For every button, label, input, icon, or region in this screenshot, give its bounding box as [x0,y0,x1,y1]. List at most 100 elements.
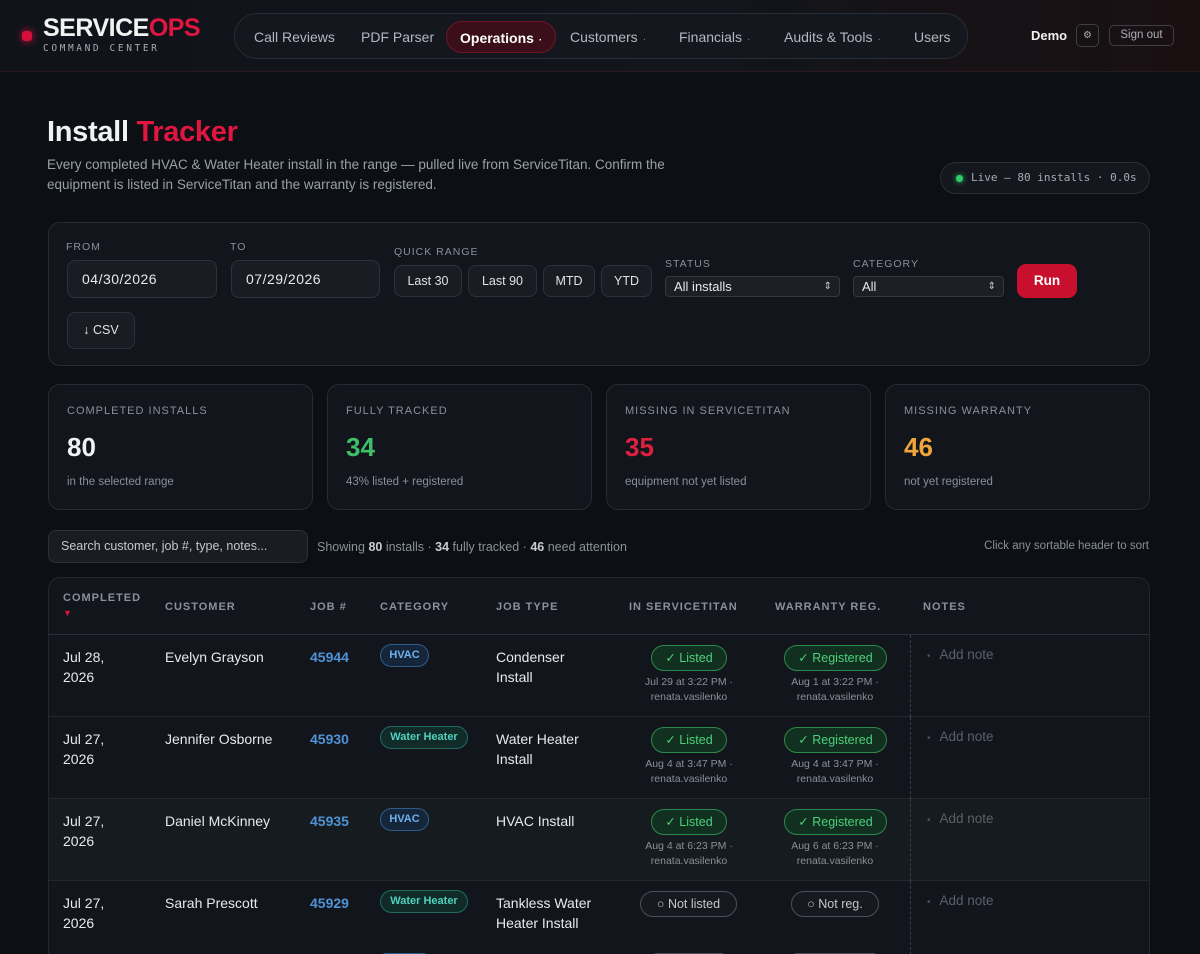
notes-divider [910,881,911,954]
meta-line: renata.vasilenko [650,855,728,867]
nav-pdf-parser[interactable]: PDF Parser [361,21,434,53]
add-note-label: Add note [939,893,994,908]
nav-audits-tools[interactable]: Audits & Tools · [784,21,881,53]
notes-divider [910,635,911,717]
bullet-icon: • [927,733,931,744]
quick-range-mtd[interactable]: MTD [543,265,595,297]
add-note-field[interactable]: • Add note [927,647,994,662]
quick-range-last-90[interactable]: Last 90 [468,265,537,297]
column-header-customer[interactable]: CUSTOMER [165,601,236,613]
meta-line: renata.vasilenko [796,855,874,867]
csv-export-button[interactable]: ↓ CSV [67,312,135,349]
chevron-down-icon: · [747,34,751,45]
date-line: 2026 [63,833,95,849]
cell-completed: Jul 27, 2026 [63,893,104,933]
nav-call-reviews[interactable]: Call Reviews [254,21,335,53]
summary-text: need attention [544,540,627,554]
category-select[interactable]: All ⇕ [853,276,1004,297]
add-note-field[interactable]: • Add note [927,811,994,826]
sign-out-button[interactable]: Sign out [1109,25,1174,46]
meta-line: renata.vasilenko [650,773,728,785]
date-line: 2026 [63,669,95,685]
category-select-value: All [862,279,877,294]
column-header-in-servicetitan[interactable]: IN SERVICETITAN [629,601,738,613]
nav-label: Customers [570,29,638,45]
nav-operations[interactable]: Operations · [446,21,557,53]
to-date-input[interactable]: 07/29/2026 [231,260,380,298]
results-summary: Showing 80 installs · 34 fully tracked ·… [317,540,627,554]
brand-logo[interactable]: SERVICEOPS [43,14,201,43]
nav-users[interactable]: Users [914,21,951,53]
category-badge: Water Heater [380,726,468,749]
table-row[interactable]: Jul 27, 2026 Daniel McKinney 45935 HVAC H… [49,799,1149,881]
nav-customers[interactable]: Customers · [570,21,646,53]
sort-desc-icon: ▼ [63,608,72,618]
live-indicator-icon [956,175,963,182]
stat-value: 35 [625,432,654,462]
column-header-completed[interactable]: COMPLETED [63,592,141,604]
stat-sub: 43% listed + registered [346,476,464,488]
column-header-category[interactable]: CATEGORY [380,601,449,613]
status-label: STATUS [665,258,711,270]
search-input[interactable]: Search customer, job #, type, notes... [48,530,308,563]
warranty-meta: Aug 4 at 3:47 PM · renata.vasilenko [775,757,895,787]
warranty-status-toggle[interactable]: ✓ Registered [784,645,887,671]
date-line: Jul 27, [63,731,105,747]
table-row[interactable]: Jul 28, 2026 Evelyn Grayson 45944 HVAC Co… [49,635,1149,717]
stat-value: 80 [67,432,96,462]
nav-label: Financials [679,29,743,45]
date-line: 2026 [63,751,95,767]
nav-label: Audits & Tools [784,29,873,45]
warranty-status-toggle[interactable]: ○ Not reg. [791,891,879,917]
date-line: Jul 28, [63,649,105,665]
type-line: Heater Install [496,915,579,931]
nav-label: Users [914,29,951,45]
run-button[interactable]: Run [1017,264,1077,298]
from-label: FROM [66,241,101,253]
job-link[interactable]: 45944 [310,647,349,667]
quick-range-ytd[interactable]: YTD [601,265,652,297]
meta-line: Aug 6 at 6:23 PM · [791,840,879,852]
servicetitan-meta: Aug 4 at 3:47 PM · renata.vasilenko [629,757,749,787]
category-label: CATEGORY [853,258,919,270]
from-date-input[interactable]: 04/30/2026 [67,260,217,298]
column-header-job[interactable]: JOB # [310,601,347,613]
add-note-field[interactable]: • Add note [927,893,994,908]
table-row[interactable]: Jul 27, 2026 Sarah Prescott 45929 Water H… [49,881,1149,954]
quick-range-last-30[interactable]: Last 30 [394,265,462,297]
cell-job-type: HVAC Install [496,811,574,831]
add-note-field[interactable]: • Add note [927,729,994,744]
meta-line: Aug 4 at 6:23 PM · [645,840,733,852]
stat-card-missing-servicetitan: MISSING IN SERVICETITAN 35 equipment not… [606,384,871,510]
job-link[interactable]: 45935 [310,811,349,831]
nav-financials[interactable]: Financials · [679,21,750,53]
stat-sub: in the selected range [67,476,174,488]
job-link[interactable]: 45929 [310,893,349,913]
page-title: Install Tracker [47,116,238,149]
warranty-meta: Aug 1 at 3:22 PM · renata.vasilenko [775,675,895,705]
stat-label: FULLY TRACKED [346,405,448,417]
column-header-job-type[interactable]: JOB TYPE [496,601,558,613]
add-note-label: Add note [939,811,994,826]
warranty-status-toggle[interactable]: ✓ Registered [784,727,887,753]
nav-label: Call Reviews [254,29,335,45]
servicetitan-status-toggle[interactable]: ○ Not listed [640,891,737,917]
table-row[interactable]: Jul 27, 2026 Jennifer Osborne 45930 Water… [49,717,1149,799]
status-select[interactable]: All installs ⇕ [665,276,840,297]
servicetitan-status-toggle[interactable]: ✓ Listed [651,809,727,835]
status-select-value: All installs [674,279,732,294]
meta-line: Aug 4 at 3:47 PM · [645,758,733,770]
type-line: Condenser [496,649,565,665]
servicetitan-status-toggle[interactable]: ✓ Listed [651,727,727,753]
column-header-warranty[interactable]: WARRANTY REG. [775,601,881,613]
main-nav: Call Reviews PDF Parser Operations · Cust… [234,13,968,59]
cell-customer: Sarah Prescott [165,895,258,911]
warranty-status-toggle[interactable]: ✓ Registered [784,809,887,835]
servicetitan-status-toggle[interactable]: ✓ Listed [651,645,727,671]
bullet-icon: • [927,651,931,662]
job-link[interactable]: 45930 [310,729,349,749]
summary-text: Showing [317,540,369,554]
stat-label: MISSING WARRANTY [904,405,1033,417]
sort-hint: Click any sortable header to sort [984,540,1149,552]
settings-button[interactable]: ⚙ [1076,24,1099,47]
